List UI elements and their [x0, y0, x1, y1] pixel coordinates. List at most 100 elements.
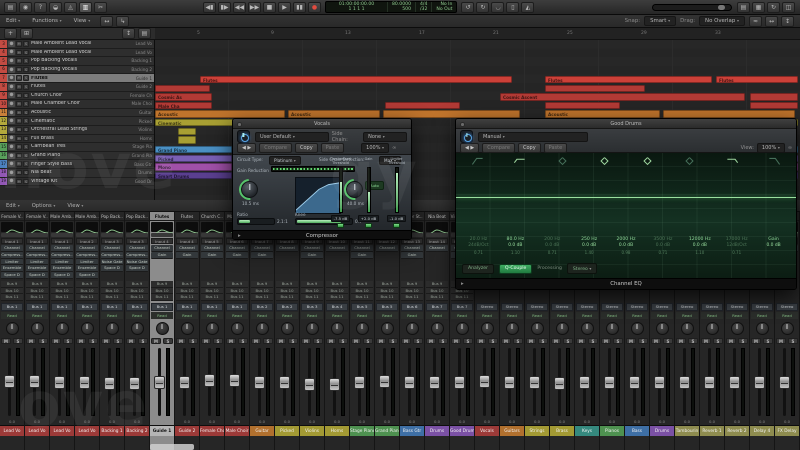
compressor-column-toggle[interactable] [337, 223, 344, 228]
plugin-slot[interactable]: Channel EQ [151, 245, 173, 252]
channel-setting-button[interactable] [26, 233, 48, 237]
send-slot[interactable]: Bus 9 [201, 281, 223, 288]
strip-name-bottom[interactable]: Drums [650, 425, 674, 436]
strip-name-bottom[interactable]: Male Choir [225, 425, 249, 436]
output-slot[interactable]: Bus 1 [126, 303, 148, 311]
track-mute-button[interactable]: M [16, 118, 22, 124]
send-slot[interactable]: Bus 10 [301, 287, 323, 295]
compressor-column-slider[interactable] [338, 167, 343, 213]
solo-button[interactable]: S [588, 337, 598, 345]
pan-knob[interactable] [525, 319, 549, 337]
track-header-row[interactable]: 18 M S Nia Beat Drums [0, 168, 154, 178]
solo-button[interactable]: S [88, 337, 98, 345]
track-header-row[interactable]: 10 M S Male Chamber Choir Male Choi [0, 100, 154, 109]
send-slot[interactable]: Bus 11 [1, 294, 23, 301]
plugin-slot[interactable]: Space D [26, 272, 48, 279]
output-slot[interactable]: Bus 4 [326, 303, 348, 311]
fader-handle[interactable] [304, 378, 315, 391]
plugin-slot[interactable]: Limiter [1, 258, 23, 266]
duplicate-track-button[interactable]: ⊞ [20, 28, 33, 39]
send-slot[interactable]: Bus 10 [276, 287, 298, 295]
output-slot[interactable]: Stereo Out [776, 303, 798, 311]
track-solo-button[interactable]: S [23, 169, 29, 176]
channel-setting-button[interactable] [201, 233, 223, 237]
region[interactable]: Cosmic Ascent [500, 93, 745, 101]
track-solo-button[interactable]: S [23, 126, 29, 133]
solo-button[interactable]: S [663, 337, 673, 345]
menu-edit[interactable]: Edit ▾ [0, 18, 26, 24]
send-slot[interactable]: Bus 10 [176, 287, 198, 295]
track-solo-button[interactable]: S [23, 109, 29, 116]
region[interactable] [155, 84, 210, 92]
send-slot[interactable]: Bus 10 [151, 287, 173, 295]
output-slot[interactable]: Bus 1 [1, 303, 23, 311]
track-sort-icon[interactable]: ↕ [122, 28, 135, 39]
track-solo-button[interactable]: S [23, 66, 29, 73]
mute-button[interactable]: M [126, 337, 136, 345]
solo-button[interactable]: S [788, 337, 798, 345]
plugin-slot[interactable]: Limiter [51, 258, 73, 266]
solo-button[interactable]: S [13, 337, 23, 345]
strip-name-bottom[interactable]: Reverb 2 [725, 425, 749, 436]
automation-mode[interactable]: Read [476, 312, 498, 319]
view-size-select[interactable]: 100% ▾ [361, 142, 390, 153]
mixer-channel-strip[interactable]: Cinematic Input 8 Channel EQ Bus 9Bus 10… [275, 212, 300, 450]
library-icon[interactable]: ▤ [4, 1, 17, 13]
eq-thumbnail[interactable] [0, 222, 24, 236]
automation-mode[interactable]: Read [751, 312, 773, 319]
plugin-slot[interactable]: Limiter [26, 258, 48, 266]
mixer-channel-strip[interactable]: Full Brass Input 10 Channel EQ Bus 9Bus … [325, 212, 350, 450]
strip-name-bottom[interactable]: Stage Piano [350, 425, 374, 436]
input-slot[interactable]: Input 1 [51, 238, 73, 244]
editors-icon[interactable]: ✂ [94, 1, 107, 13]
automation-mode[interactable]: Read [376, 312, 398, 319]
track-header-row[interactable]: 11 M S Acoustic Guitar [0, 108, 154, 118]
plugin-slot[interactable]: Channel EQ [276, 245, 298, 252]
metronome-icon[interactable]: ◭ [521, 1, 535, 13]
highpass-band-icon[interactable] [456, 155, 499, 167]
send-slot[interactable]: Bus 10 [426, 287, 448, 295]
plugin-slot[interactable]: Channel EQ [26, 245, 48, 252]
pan-knob[interactable] [450, 319, 474, 337]
strip-name-bottom[interactable]: Vocals [475, 425, 499, 436]
send-slot[interactable]: Bus 9 [51, 281, 73, 288]
track-header-row[interactable]: 14 M S Full Brass Horns [0, 134, 154, 144]
strip-name-top[interactable]: Female V.. [25, 212, 49, 221]
automation-mode[interactable]: Read [51, 312, 73, 319]
mute-button[interactable]: M [251, 337, 261, 345]
region[interactable]: Male Cha [155, 101, 212, 110]
mixer-menu-edit[interactable]: Edit ▾ [0, 203, 26, 209]
fader-handle[interactable] [329, 378, 340, 391]
strip-name-bottom[interactable]: Keys [575, 425, 599, 436]
fader-handle[interactable] [4, 375, 15, 388]
list-editors-icon[interactable]: ▤ [737, 1, 750, 13]
send-slot[interactable]: Bus 11 [101, 294, 123, 301]
eq-thumbnail[interactable] [100, 222, 124, 236]
output-slot[interactable]: Bus 1 [76, 303, 98, 311]
send-slot[interactable]: Bus 9 [276, 281, 298, 288]
eq-thumbnail[interactable] [75, 222, 99, 236]
eq-thumbnail[interactable] [50, 222, 74, 236]
strip-name-top[interactable]: Nia Beat [425, 212, 449, 221]
region[interactable] [750, 101, 798, 110]
send-slot[interactable]: Bus 9 [251, 281, 273, 288]
bar-ruler[interactable]: 5 9 13 17 21 25 29 33 [155, 28, 800, 40]
fader-handle[interactable] [354, 376, 365, 389]
horizontal-scrollbar-thumb[interactable] [150, 444, 194, 450]
strip-name-bottom[interactable]: FX Delay [775, 425, 799, 436]
mixer-channel-strip[interactable]: Flutes Input 4 Channel EQGain Bus 9Bus 1… [175, 212, 200, 450]
track-mute-button[interactable]: M [16, 49, 22, 56]
solo-button[interactable]: S [338, 337, 348, 345]
mute-button[interactable]: M [651, 337, 661, 345]
automation-mode[interactable]: Read [551, 312, 573, 319]
mute-button[interactable]: M [51, 337, 61, 345]
track-header-row[interactable]: 15 M S Carribean Tres Stage Pia [0, 143, 154, 152]
eq-band-readout[interactable]: 17000 Hz 12dB/Oct 0.71 [718, 237, 755, 256]
send-slot[interactable]: Bus 10 [126, 287, 148, 295]
cycle-icon[interactable]: ↺ [461, 1, 475, 13]
automation-mode[interactable]: Read [201, 312, 223, 319]
toolbox-icon[interactable]: ◒ [49, 1, 62, 13]
zoom-v-icon[interactable]: ↕ [781, 15, 794, 27]
note-pads-icon[interactable]: ▦ [752, 1, 765, 13]
forward-button[interactable]: ▶▶ [248, 1, 261, 13]
